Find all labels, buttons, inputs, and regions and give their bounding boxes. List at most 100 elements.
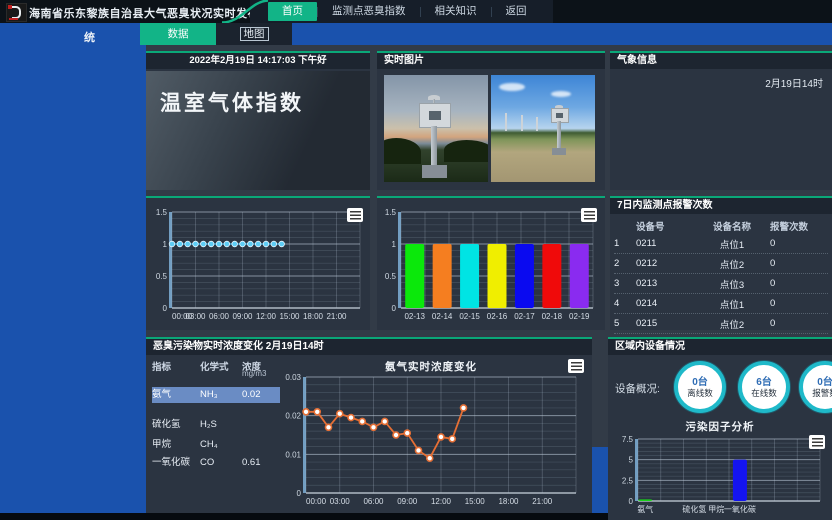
svg-text:02-13: 02-13 [404,312,425,321]
svg-text:18:00: 18:00 [303,312,324,321]
nav-item-0[interactable]: 首页 [268,2,317,21]
svg-text:12:00: 12:00 [256,312,277,321]
fence-post [536,117,538,131]
bush-silhouette [444,140,488,162]
tab-0[interactable]: 数据 [140,23,216,45]
svg-text:03:00: 03:00 [185,312,206,321]
nh3-line-chart: 00.010.020.0300:0003:0006:0009:0012:0015… [276,369,588,513]
svg-text:15:00: 15:00 [465,497,486,506]
daily-index-bar-chart: 00.511.502-1302-1402-1502-1602-1702-1802… [377,198,605,330]
tab-1[interactable]: 地图 [216,23,292,45]
alarm-table: 设备号设备名称报警次数10211点位1020212点位2030213点位3040… [614,218,828,354]
alarm-table-row: 50215点位20 [614,314,828,334]
svg-text:02-17: 02-17 [514,312,535,321]
svg-text:甲烷: 甲烷 [708,504,724,514]
svg-text:一氧化碳: 一氧化碳 [724,504,756,514]
app-logo-icon [6,3,27,22]
alarm-table-row: 20212点位20 [614,254,828,274]
svg-text:0: 0 [163,304,168,313]
device-stat-circle-0: 0台离线数 [674,361,726,413]
svg-text:21:00: 21:00 [326,312,347,321]
svg-text:0: 0 [392,304,397,313]
station-pole [431,126,437,166]
nav-item-3[interactable]: 返回 [492,2,541,21]
svg-text:02-18: 02-18 [542,312,563,321]
device-stat-circle-2: 0台报警数 [799,361,832,413]
dashboard-root: 海南省乐东黎族自治县大气恶臭状况实时发布系 首页监测点恶臭指数相关知识返回 统 … [0,0,832,520]
device-overview-label: 设备概况: [615,381,660,396]
weather-title: 气象信息 [610,53,832,69]
station-photo-dusk[interactable] [384,75,488,182]
pollutant-row-CO[interactable]: 一氧化碳CO0.61 [152,455,280,471]
station-photo-day[interactable] [491,75,595,182]
svg-text:0: 0 [297,489,302,498]
svg-text:2.5: 2.5 [622,476,634,485]
svg-text:21:00: 21:00 [532,497,553,506]
stat-label: 离线数 [687,388,713,398]
alarm-table-row: 30213点位30 [614,274,828,294]
alarm-table-row: 40214点位10 [614,294,828,314]
greenhouse-gas-headline: 温室气体指数 [160,87,304,117]
stat-label: 报警数 [812,388,832,398]
svg-text:1: 1 [392,240,397,249]
weather-panel: 气象信息 2月19日14时 [610,51,832,190]
pollution-factor-bar-chart: 02.557.5氨气硫化氢甲烷一氧化碳 [610,433,828,519]
app-title-wrap: 统 [84,29,95,45]
pollutant-row-NH₃[interactable]: 氨气NH₃0.02 [152,387,280,403]
pollutant-row-CH₄[interactable]: 甲烷CH₄ [152,437,280,453]
chart-menu-icon[interactable] [568,359,584,373]
stat-count: 0台 [817,377,832,388]
svg-text:1: 1 [163,240,168,249]
nav-items: 首页监测点恶臭指数相关知识返回 [268,0,541,23]
alarm-table-header: 设备号设备名称报警次数 [614,218,828,234]
chart-menu-icon[interactable] [347,208,363,222]
svg-text:7.5: 7.5 [622,435,634,444]
svg-text:02-15: 02-15 [459,312,480,321]
svg-text:18:00: 18:00 [498,497,519,506]
bush-silhouette [384,138,421,164]
daily-index-bar-panel: 00.511.502-1302-1402-1502-1602-1702-1802… [377,196,605,330]
svg-text:1.5: 1.5 [385,208,397,217]
main-nav: 首页监测点恶臭指数相关知识返回 [250,0,553,23]
svg-text:15:00: 15:00 [279,312,300,321]
pollutant-row-H₂S[interactable]: 硫化氢H₂S [152,417,280,433]
stat-count: 6台 [756,377,772,388]
station-pole [557,121,561,149]
device-status-title: 区域内设备情况 [608,339,832,355]
alarm-table-row: 10211点位10 [614,234,828,254]
pollutant-panel: 恶臭污染物实时浓度变化 2月19日14时 指标化学式浓度mg/m3氨气NH₃0.… [146,337,592,513]
svg-text:0.03: 0.03 [285,373,301,382]
svg-text:氨气: 氨气 [637,504,653,514]
svg-text:03:00: 03:00 [330,497,351,506]
svg-text:06:00: 06:00 [363,497,384,506]
pollutant-unit-label: mg/m3 [242,369,266,378]
live-photos-title: 实时图片 [377,53,605,69]
device-stat-circle-1: 6台在线数 [738,361,790,413]
svg-text:0: 0 [629,497,634,506]
nav-item-1[interactable]: 监测点恶臭指数 [318,2,420,21]
cloud [499,83,525,91]
alarm-count-title: 7日内监测点报警次数 [610,198,832,214]
svg-text:0.5: 0.5 [385,272,397,281]
factor-chart-title: 污染因子分析 [608,419,832,434]
fence-post [505,113,507,131]
svg-text:02-16: 02-16 [487,312,508,321]
logo-red-bar [9,18,18,20]
fence-post [521,115,523,131]
ghg-index-line-chart: 00.511.500:0003:0006:0009:0012:0015:0018… [146,198,370,330]
svg-text:12:00: 12:00 [431,497,452,506]
station-base [552,148,566,155]
pollutant-table: 指标化学式浓度mg/m3氨气NH₃0.02硫化氢H₂S甲烷CH₄一氧化碳CO0.… [152,359,282,509]
svg-text:1.5: 1.5 [156,208,168,217]
svg-text:00:00: 00:00 [306,497,327,506]
greeting-body: 温室气体指数 [146,71,370,190]
stat-count: 0台 [692,377,708,388]
weather-timestamp: 2月19日14时 [765,75,823,90]
chart-menu-icon[interactable] [581,208,597,222]
svg-text:5: 5 [629,456,634,465]
chart-menu-icon[interactable] [809,435,825,449]
nav-item-2[interactable]: 相关知识 [421,2,491,21]
svg-text:09:00: 09:00 [397,497,418,506]
greeting-panel: 2022年2月19日 14:17:03 下午好 温室气体指数 [146,51,370,190]
device-status-panel: 区域内设备情况 设备概况: 污染因子分析 02.557.5氨气硫化氢甲烷一氧化碳… [608,337,832,520]
